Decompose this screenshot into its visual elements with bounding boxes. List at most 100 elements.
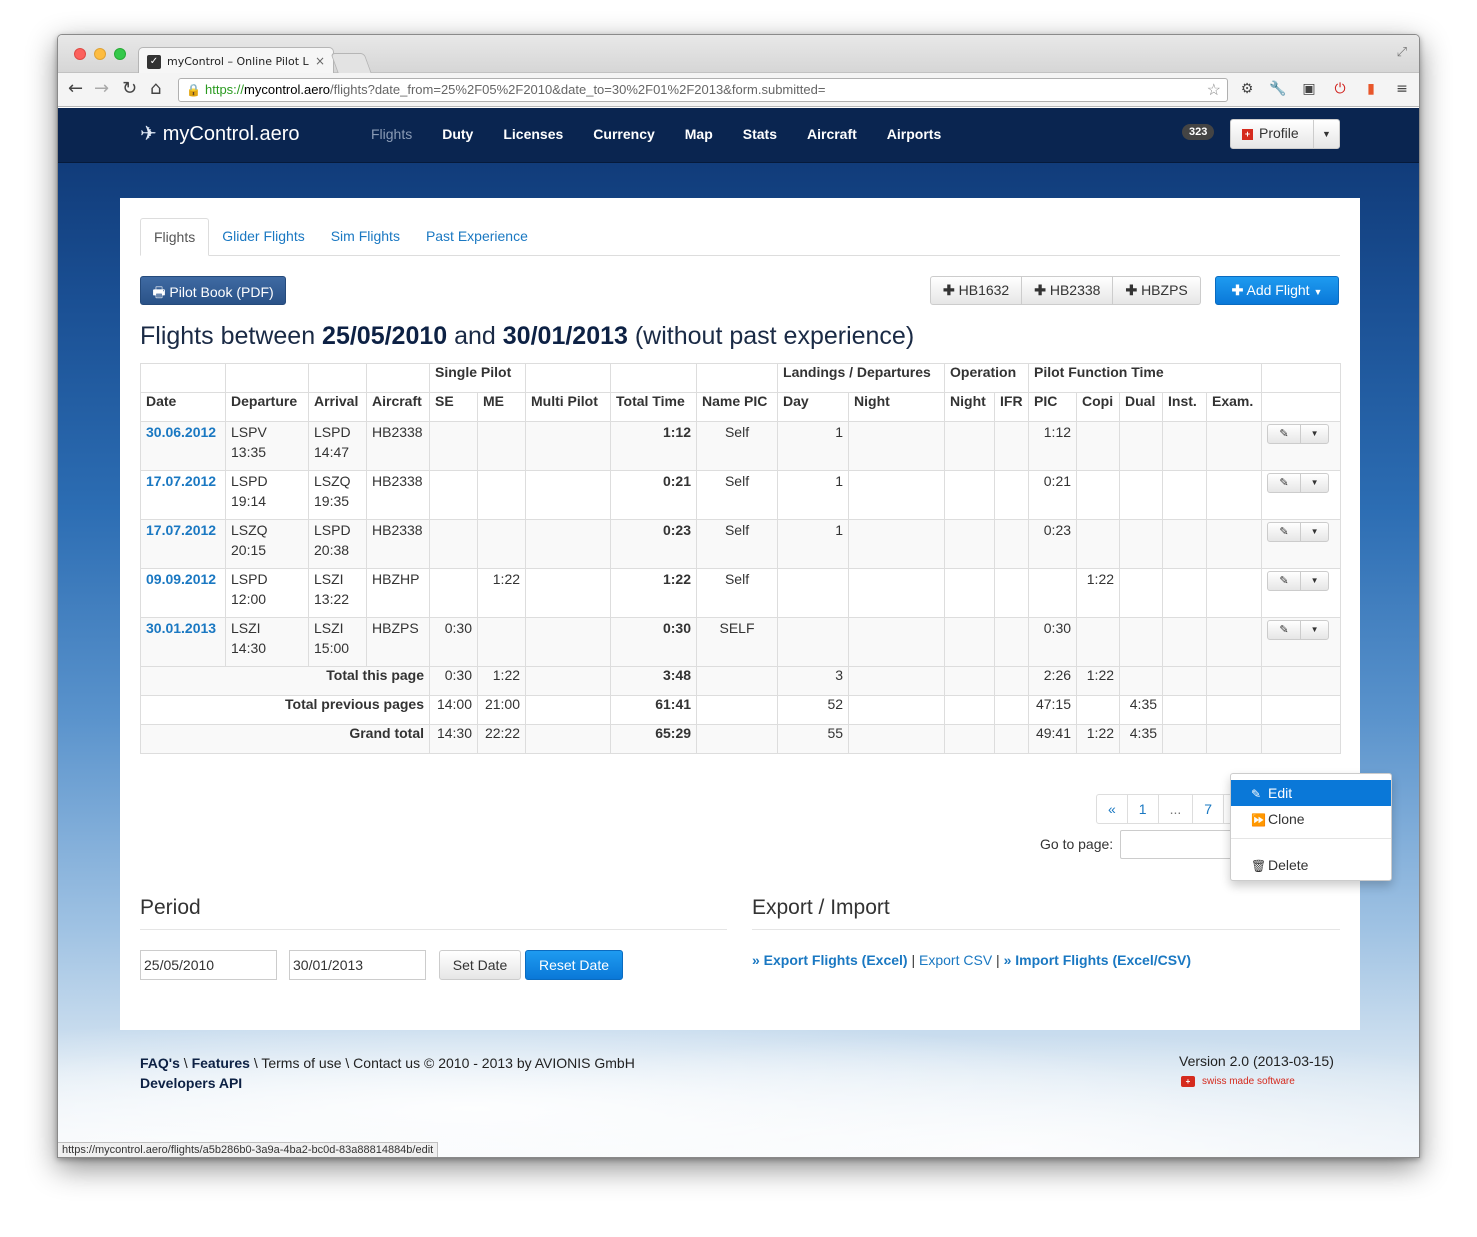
col-date[interactable]: Date <box>140 392 226 422</box>
export-csv-link[interactable]: Export CSV <box>919 952 992 968</box>
chevron-down-icon[interactable]: ▼ <box>1301 572 1328 590</box>
nav-stats[interactable]: Stats <box>728 108 792 163</box>
forward-icon[interactable]: → <box>94 78 109 99</box>
table-row: 30.01.2013 LSZI 14:30 LSZI 15:00 HBZPS 0:3… <box>140 617 1342 667</box>
import-link[interactable]: » Import Flights (Excel/CSV) <box>1004 952 1191 968</box>
nav-licenses[interactable]: Licenses <box>488 108 578 163</box>
nav-flights[interactable]: Flights <box>356 108 427 163</box>
app-viewport: ✈ myControl.aero Flights Duty Licenses Cu… <box>58 108 1419 1157</box>
plus-icon: ✚ <box>1125 282 1138 298</box>
back-icon[interactable]: ← <box>68 78 83 99</box>
tab-glider-flights[interactable]: Glider Flights <box>209 218 317 256</box>
nav-aircraft[interactable]: Aircraft <box>792 108 872 163</box>
content-panel: Flights Glider Flights Sim Flights Past … <box>120 198 1392 1030</box>
url-path: /flights?date_from=25%2F05%2F2010&date_t… <box>330 82 826 97</box>
page-1[interactable]: 1 <box>1126 794 1159 824</box>
aircraft-button-hb1632[interactable]: ✚ HB1632 <box>930 276 1023 305</box>
add-flight-button[interactable]: ✚ Add Flight ▼ <box>1215 276 1339 305</box>
faq-link[interactable]: FAQ's <box>140 1055 180 1071</box>
aircraft-button-group: ✚ HB1632 ✚ HB2338 ✚ HBZPS <box>930 276 1201 305</box>
features-link[interactable]: Features <box>192 1055 250 1071</box>
row-action-group: ✎ ▼ <box>1267 571 1330 591</box>
extension-icon[interactable]: ▣ <box>1300 80 1318 98</box>
window-minimize-button[interactable] <box>94 48 106 60</box>
edit-pencil-icon[interactable]: ✎ <box>1268 621 1302 639</box>
power-icon[interactable]: ⏻ <box>1331 80 1349 98</box>
flight-date-link[interactable]: 17.07.2012 <box>146 473 216 489</box>
chevron-down-icon[interactable]: ▼ <box>1301 474 1328 492</box>
brand-logo[interactable]: ✈ myControl.aero <box>140 121 299 146</box>
header-single-pilot: Single Pilot <box>428 363 527 393</box>
menu-item-clone[interactable]: ⏩ Clone <box>1231 806 1391 832</box>
edit-pencil-icon[interactable]: ✎ <box>1268 572 1302 590</box>
window-close-button[interactable] <box>74 48 86 60</box>
aircraft-button-hbzps[interactable]: ✚ HBZPS <box>1112 276 1201 305</box>
plus-icon: ✚ <box>943 282 955 298</box>
top-navbar: ✈ myControl.aero Flights Duty Licenses Cu… <box>58 108 1419 163</box>
browser-titlebar: ✓ myControl – Online Pilot L × ⤢ <box>58 35 1419 74</box>
chevron-down-icon[interactable]: ▼ <box>1301 425 1328 443</box>
terms-link[interactable]: Terms of use <box>261 1055 341 1071</box>
nav-airports[interactable]: Airports <box>872 108 956 163</box>
swiss-made-badge[interactable]: + swiss made software <box>1181 1076 1295 1087</box>
chevron-down-icon[interactable]: ▼ <box>1301 621 1328 639</box>
col-total-time: Total Time <box>610 392 698 422</box>
date-from-input[interactable]: 25/05/2010 <box>140 950 277 980</box>
tab-past-experience[interactable]: Past Experience <box>413 218 541 256</box>
edit-pencil-icon[interactable]: ✎ <box>1268 474 1302 492</box>
new-tab-button[interactable] <box>330 53 372 73</box>
swiss-flag-icon: + <box>1242 129 1253 140</box>
table-row: 17.07.2012 LSPD 19:14 LSZQ 19:35 HB2338 0:… <box>140 470 1342 520</box>
flight-date-link[interactable]: 17.07.2012 <box>146 522 216 538</box>
page-prev[interactable]: « <box>1096 794 1128 824</box>
nav-duty[interactable]: Duty <box>427 108 488 163</box>
menu-item-edit[interactable]: ✎ Edit <box>1231 780 1391 806</box>
contact-link[interactable]: Contact us <box>353 1055 420 1071</box>
developers-api-link[interactable]: Developers API <box>140 1075 242 1091</box>
page-7[interactable]: 7 <box>1192 794 1225 824</box>
fullscreen-icon[interactable]: ⤢ <box>1397 45 1407 60</box>
tab-close-icon[interactable]: × <box>315 54 325 68</box>
col-se: SE <box>429 392 478 422</box>
reload-icon[interactable]: ↻ <box>122 78 137 99</box>
chevron-down-icon[interactable]: ▼ <box>1301 523 1328 541</box>
menu-item-delete[interactable]: 🗑 Delete <box>1231 852 1391 878</box>
edit-pencil-icon[interactable]: ✎ <box>1268 523 1302 541</box>
aircraft-button-hb2338[interactable]: ✚ HB2338 <box>1021 276 1114 305</box>
browser-tab[interactable]: ✓ myControl – Online Pilot L × <box>138 47 334 74</box>
profile-button[interactable]: + Profile ▼ <box>1230 119 1340 149</box>
gear-icon[interactable]: ⚙ <box>1238 80 1256 98</box>
menu-icon[interactable]: ≡ <box>1393 80 1411 98</box>
wrench-icon[interactable]: 🔧 <box>1269 80 1287 98</box>
version-label: Version 2.0 (2013-03-15) <box>1179 1053 1334 1069</box>
totals-row: Total previous pages 14:00 21:00 61:41 5… <box>140 695 1342 725</box>
nav-map[interactable]: Map <box>670 108 728 163</box>
tab-sim-flights[interactable]: Sim Flights <box>318 218 413 256</box>
flight-date-link[interactable]: 09.09.2012 <box>146 571 216 587</box>
flight-date-link[interactable]: 30.06.2012 <box>146 424 216 440</box>
notification-badge[interactable]: 323 <box>1182 124 1215 140</box>
edit-pencil-icon[interactable]: ✎ <box>1268 425 1302 443</box>
pilot-book-pdf-button[interactable]: 🖶 Pilot Book (PDF) <box>140 276 286 305</box>
page-title: Flights between 25/05/2010 and 30/01/201… <box>140 322 915 350</box>
export-title: Export / Import <box>752 896 890 919</box>
col-op-night: Night <box>944 392 996 422</box>
plus-icon: ✚ <box>1231 282 1244 298</box>
tab-title: myControl – Online Pilot L <box>167 55 309 68</box>
bookmark-star-icon[interactable]: ☆ <box>1207 80 1221 100</box>
set-date-button[interactable]: Set Date <box>439 950 521 980</box>
window-maximize-button[interactable] <box>114 48 126 60</box>
nav-currency[interactable]: Currency <box>578 108 669 163</box>
date-to-input[interactable]: 30/01/2013 <box>289 950 426 980</box>
row-action-group: ✎ ▼ <box>1267 620 1330 640</box>
chevron-down-icon[interactable]: ▼ <box>1313 120 1339 148</box>
reset-date-button[interactable]: Reset Date <box>525 950 623 980</box>
browser-toolbar: ← → ↻ ⌂ 🔒 https://mycontrol.aero/flights… <box>58 73 1419 107</box>
tab-flights[interactable]: Flights <box>140 218 210 256</box>
home-icon[interactable]: ⌂ <box>150 78 161 99</box>
extension-flag-icon[interactable]: ▮ <box>1362 80 1380 98</box>
row-action-group: ✎ ▼ <box>1267 424 1330 444</box>
export-excel-link[interactable]: » Export Flights (Excel) <box>752 952 908 968</box>
flight-date-link[interactable]: 30.01.2013 <box>146 620 216 636</box>
address-bar[interactable]: 🔒 https://mycontrol.aero/flights?date_fr… <box>178 78 1228 102</box>
